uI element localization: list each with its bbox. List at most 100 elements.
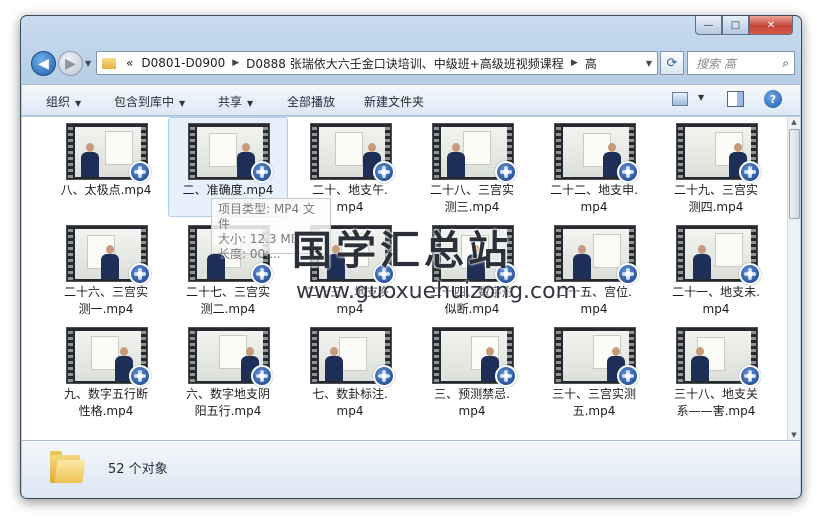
search-placeholder: 搜索 高: [696, 56, 736, 71]
address-dropdown[interactable]: ▼: [641, 52, 657, 74]
change-view-button[interactable]: [672, 92, 688, 106]
file-name-line: 二、准确度.mp4: [182, 183, 274, 197]
preview-pane-button[interactable]: [727, 91, 744, 107]
file-name: 二十九、三宫实 测四.mp4: [656, 182, 776, 216]
file-item[interactable]: 九、数字五行断 性格.mp4: [46, 321, 166, 421]
file-item[interactable]: 三十、三宫实测 五.mp4: [534, 321, 654, 421]
view-options-dropdown[interactable]: ▼: [698, 93, 704, 102]
breadcrumb-overflow[interactable]: «: [122, 56, 137, 70]
video-reel-icon: [617, 365, 639, 387]
organize-label: 组织: [46, 95, 71, 109]
file-name-line: 测四.mp4: [688, 200, 744, 214]
item-count: 52 个对象: [108, 462, 168, 477]
chevron-right-icon[interactable]: ▶: [229, 58, 242, 68]
back-button[interactable]: ◀: [31, 51, 56, 76]
breadcrumb-item[interactable]: 高: [581, 55, 601, 72]
breadcrumb-item[interactable]: D0888 张瑞依大六壬金口诀培训、中级班+高级班视频课程: [242, 55, 568, 72]
file-item[interactable]: 七、数卦标注. mp4: [290, 321, 410, 421]
file-name-line: 测一.mp4: [78, 302, 134, 316]
video-reel-icon: [251, 365, 273, 387]
video-reel-icon: [129, 161, 151, 183]
back-arrow-icon: ◀: [38, 55, 49, 72]
vertical-scrollbar[interactable]: ▲ ▼: [787, 117, 800, 440]
video-reel-icon: [373, 365, 395, 387]
address-bar[interactable]: « D0801-D0900 ▶ D0888 张瑞依大六壬金口诀培训、中级班+高级…: [96, 51, 658, 75]
file-name: 九、数字五行断 性格.mp4: [46, 386, 166, 420]
command-bar: 组织 ▼ 包含到库中 ▼ 共享 ▼ 全部播放 新建文件夹 ▼ ?: [22, 84, 800, 116]
close-button[interactable]: ✕: [749, 16, 793, 35]
file-item[interactable]: 三、预测禁忌. mp4: [412, 321, 532, 421]
file-name-line: 八、太极点.mp4: [60, 183, 152, 197]
file-name-line: 系——害.mp4: [676, 404, 756, 418]
video-reel-icon: [251, 161, 273, 183]
video-reel-icon: [251, 263, 273, 285]
organize-button[interactable]: 组织 ▼: [46, 93, 81, 110]
watermark-url: www.guoxuehuizong.com: [296, 279, 578, 304]
scroll-down-arrow[interactable]: ▼: [788, 431, 800, 439]
forward-button[interactable]: ▶: [58, 51, 83, 76]
file-name-line: 测三.mp4: [444, 200, 500, 214]
file-name: 三、预测禁忌. mp4: [412, 386, 532, 420]
file-name-line: 二十八、三宫实: [429, 183, 514, 197]
include-in-library-label: 包含到库中: [114, 95, 175, 109]
chevron-down-icon: ▼: [75, 99, 82, 108]
forward-arrow-icon: ▶: [65, 55, 76, 72]
scroll-up-arrow[interactable]: ▲: [788, 118, 800, 126]
file-item[interactable]: 三十八、地支关 系——害.mp4: [656, 321, 776, 421]
file-name-line: 二十六、三宫实: [63, 285, 148, 299]
file-item[interactable]: 二十六、三宫实 测一.mp4: [46, 219, 166, 319]
breadcrumb-item[interactable]: D0801-D0900: [137, 56, 229, 70]
refresh-button[interactable]: ⟳: [660, 51, 684, 75]
minimize-button[interactable]: —: [695, 16, 722, 35]
file-name-line: 三十、三宫实测: [551, 387, 636, 401]
video-reel-icon: [617, 263, 639, 285]
recent-pages-dropdown[interactable]: ▼: [85, 59, 91, 68]
search-input[interactable]: 搜索 高 ⌕: [687, 51, 795, 75]
file-name-line: 五.mp4: [572, 404, 616, 418]
file-name: 二十六、三宫实 测一.mp4: [46, 284, 166, 318]
details-pane: 52 个对象: [22, 440, 800, 498]
file-name-line: mp4: [702, 302, 730, 316]
video-reel-icon: [495, 161, 517, 183]
search-icon[interactable]: ⌕: [782, 56, 789, 71]
file-name: 二十七、三宫实 测二.mp4: [168, 284, 288, 318]
scrollbar-thumb[interactable]: [789, 129, 800, 219]
video-reel-icon: [739, 365, 761, 387]
file-name-line: 六、数字地支阴: [185, 387, 270, 401]
navigation-row: ◀ ▶ ▼ « D0801-D0900 ▶ D0888 张瑞依大六壬金口诀培训、…: [27, 49, 797, 79]
video-reel-icon: [373, 161, 395, 183]
file-item[interactable]: 二十八、三宫实 测三.mp4: [412, 117, 532, 217]
file-name-line: 性格.mp4: [78, 404, 134, 418]
file-name-line: 二十二、地支申.: [550, 183, 638, 197]
file-name-line: mp4: [336, 404, 364, 418]
file-item[interactable]: 二十一、地支未. mp4: [656, 219, 776, 319]
chevron-down-icon: ▼: [247, 99, 254, 108]
share-label: 共享: [218, 95, 243, 109]
video-reel-icon: [129, 263, 151, 285]
help-icon[interactable]: ?: [764, 90, 782, 108]
file-item[interactable]: 八、太极点.mp4: [46, 117, 166, 217]
file-name: 二、准确度.mp4: [168, 182, 288, 199]
file-name: 二十二、地支申. mp4: [534, 182, 654, 216]
file-name: 三十、三宫实测 五.mp4: [534, 386, 654, 420]
file-name-line: 三十八、地支关: [673, 387, 758, 401]
chevron-down-icon: ▼: [179, 99, 186, 108]
video-reel-icon: [739, 263, 761, 285]
file-item[interactable]: 二十五、宫位. mp4: [534, 219, 654, 319]
file-name: 三十八、地支关 系——害.mp4: [656, 386, 776, 420]
new-folder-button[interactable]: 新建文件夹: [364, 93, 424, 110]
maximize-button[interactable]: □: [722, 16, 749, 35]
file-name-line: 九、数字五行断: [63, 387, 148, 401]
watermark-title: 国学汇总站: [292, 228, 512, 274]
file-item[interactable]: 二十二、地支申. mp4: [534, 117, 654, 217]
chevron-right-icon[interactable]: ▶: [568, 58, 581, 68]
file-item[interactable]: 二十九、三宫实 测四.mp4: [656, 117, 776, 217]
file-item[interactable]: 六、数字地支阴 阳五行.mp4: [168, 321, 288, 421]
play-all-button[interactable]: 全部播放: [287, 93, 335, 110]
include-in-library-button[interactable]: 包含到库中 ▼: [114, 93, 185, 110]
file-name-line: mp4: [458, 404, 486, 418]
file-name-line: 三、预测禁忌.: [434, 387, 510, 401]
video-reel-icon: [617, 161, 639, 183]
file-name-line: 阳五行.mp4: [194, 404, 262, 418]
share-button[interactable]: 共享 ▼: [218, 93, 253, 110]
